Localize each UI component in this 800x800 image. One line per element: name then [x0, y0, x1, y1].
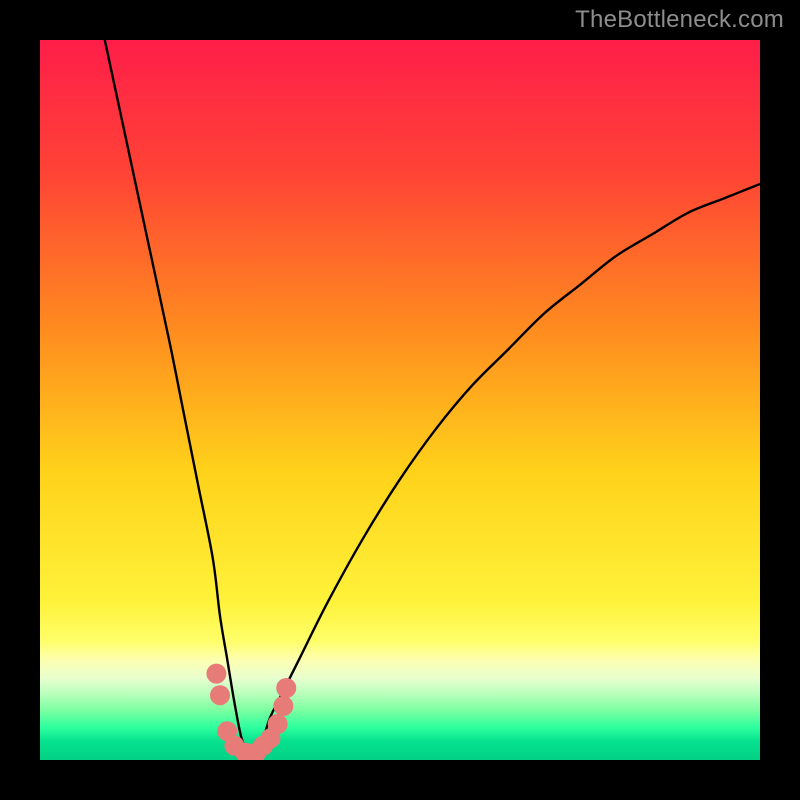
chart-frame: TheBottleneck.com	[0, 0, 800, 800]
gradient-background	[40, 40, 760, 760]
marker-point	[273, 696, 293, 716]
marker-point	[276, 678, 296, 698]
chart-svg	[40, 40, 760, 760]
plot-area	[40, 40, 760, 760]
marker-point	[210, 685, 230, 705]
watermark-text: TheBottleneck.com	[575, 6, 784, 34]
marker-point	[206, 664, 226, 684]
marker-point	[268, 714, 288, 734]
